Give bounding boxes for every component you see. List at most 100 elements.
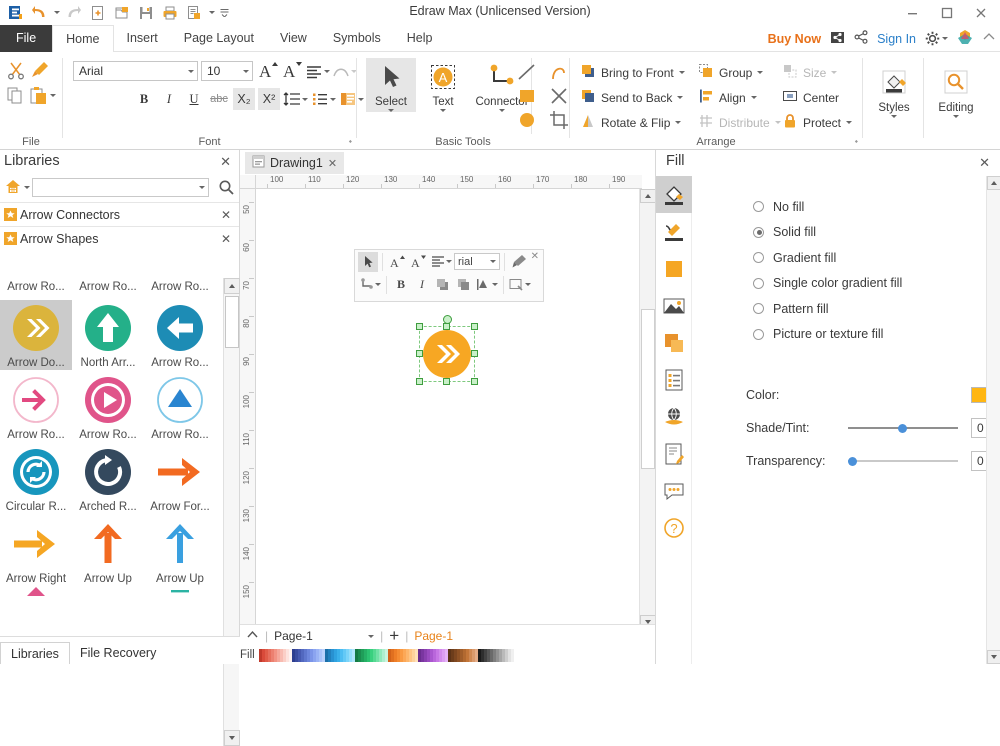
line-spacing-button[interactable]	[283, 90, 308, 108]
share-icon[interactable]	[854, 30, 868, 47]
grow-font-button[interactable]: A	[257, 59, 279, 84]
font-dialog-launcher[interactable]: ⬩	[349, 136, 352, 147]
fill-color-swatches[interactable]	[259, 649, 514, 662]
fill-option-single-color-gradient-fill[interactable]: Single color gradient fill	[753, 271, 902, 297]
bring-to-front-button[interactable]: Bring to Front	[580, 60, 692, 85]
bullets-button[interactable]	[311, 90, 336, 108]
subscript-button[interactable]: X₂	[233, 88, 255, 110]
resize-handle-n[interactable]	[443, 323, 450, 330]
underline-button[interactable]: U	[183, 88, 205, 110]
library-scrollbar[interactable]	[223, 278, 239, 746]
document-tab-drawing1[interactable]: Drawing1 ✕	[245, 152, 344, 174]
send-to-back-dropdown-icon[interactable]	[677, 96, 683, 99]
shape-item-arrow-round-left[interactable]: Arrow Ro...	[144, 298, 216, 370]
align-text-button[interactable]	[305, 63, 330, 81]
strikethrough-button[interactable]: abc	[208, 88, 230, 110]
tab-page-layout[interactable]: Page Layout	[171, 25, 267, 52]
line-shape-icon[interactable]	[512, 61, 542, 83]
line-tool-icon[interactable]	[656, 213, 692, 250]
font-size-dropdown-icon[interactable]	[243, 70, 249, 73]
fill-option-no-fill[interactable]: No fill	[753, 194, 902, 220]
fill-option-pattern-fill[interactable]: Pattern fill	[753, 296, 902, 322]
fill-option-solid-fill[interactable]: Solid fill	[753, 220, 902, 246]
select-tool-dropdown-icon[interactable]	[388, 109, 394, 112]
size-dropdown-icon[interactable]	[831, 71, 837, 74]
page-tool-icon[interactable]	[656, 435, 692, 472]
footer-tab-libraries[interactable]: Libraries	[0, 642, 70, 664]
radio-no-fill[interactable]	[753, 201, 764, 212]
shape-item[interactable]	[72, 586, 144, 598]
fill-panel-scroll-down-button[interactable]	[987, 650, 1000, 664]
tab-symbols[interactable]: Symbols	[320, 25, 394, 52]
transparency-slider-knob[interactable]	[848, 457, 857, 466]
size-button[interactable]: Size	[782, 60, 860, 85]
center-button[interactable]: Center	[782, 85, 860, 110]
shape-item[interactable]	[0, 586, 72, 598]
align-dropdown-icon[interactable]	[751, 96, 757, 99]
italic-button[interactable]: I	[158, 88, 180, 110]
rotate-flip-dropdown-icon[interactable]	[675, 121, 681, 124]
cut-button[interactable]	[6, 60, 26, 83]
layer-tool-icon[interactable]	[656, 324, 692, 361]
shape-item-arrow-ring-right[interactable]: Arrow Ro...	[0, 370, 72, 442]
properties-tool-icon[interactable]	[656, 361, 692, 398]
library-group-arrow-connectors[interactable]: Arrow Connectors ✕	[0, 202, 239, 226]
mini-send-to-back-icon[interactable]	[454, 275, 474, 295]
shape-item-arrow-right[interactable]: Arrow Right	[0, 514, 72, 586]
sign-in-button[interactable]: Sign In	[877, 32, 916, 46]
library-home-dropdown-icon[interactable]	[24, 186, 30, 189]
text-tool-dropdown-icon[interactable]	[440, 109, 446, 112]
shape-item-circular-refresh[interactable]: Circular R...	[0, 442, 72, 514]
tab-file[interactable]: File	[0, 25, 52, 52]
superscript-button[interactable]: X²	[258, 88, 280, 110]
shape-item-north-arrow[interactable]: North Arr...	[72, 298, 144, 370]
shrink-font-button[interactable]: A	[281, 59, 303, 84]
resize-handle-sw[interactable]	[416, 378, 423, 385]
styles-button[interactable]: Styles	[868, 64, 920, 118]
fill-option-picture-or-texture-fill[interactable]: Picture or texture fill	[753, 322, 902, 348]
mini-connector-icon[interactable]	[358, 275, 382, 295]
fill-panel-scroll-up-button[interactable]	[987, 176, 1000, 190]
font-family-combo[interactable]: Arial	[73, 61, 198, 81]
library-group-close-icon[interactable]: ✕	[221, 208, 231, 222]
fill-panel-scrollbar[interactable]	[986, 176, 1000, 664]
bring-to-front-dropdown-icon[interactable]	[679, 71, 685, 74]
canvas-vertical-scroll-thumb[interactable]	[641, 309, 655, 469]
group-dropdown-icon[interactable]	[757, 71, 763, 74]
radio-solid-fill[interactable]	[753, 227, 764, 238]
radio-picture-or-texture-fill[interactable]	[753, 329, 764, 340]
maximize-button[interactable]	[930, 0, 964, 25]
shade-tint-slider[interactable]	[848, 421, 958, 435]
radio-gradient-fill[interactable]	[753, 252, 764, 263]
resize-handle-w[interactable]	[416, 350, 423, 357]
mini-grow-font-icon[interactable]: A	[387, 252, 407, 272]
mini-shrink-font-icon[interactable]: A	[408, 252, 428, 272]
comment-tool-icon[interactable]	[656, 472, 692, 509]
shape-item[interactable]	[144, 586, 216, 598]
font-family-dropdown-icon[interactable]	[188, 70, 194, 73]
resize-handle-s[interactable]	[443, 378, 450, 385]
mini-align-distribute-icon[interactable]	[475, 275, 499, 295]
shade-tint-slider-knob[interactable]	[898, 424, 907, 433]
page-selector-dropdown-icon[interactable]	[368, 635, 374, 638]
current-page-tab[interactable]: Page-1	[414, 629, 453, 643]
minimize-button[interactable]	[896, 0, 930, 25]
library-search-input[interactable]	[32, 178, 209, 197]
bold-button[interactable]: B	[133, 88, 155, 110]
fill-tool-icon[interactable]	[656, 176, 692, 213]
ellipse-shape-icon[interactable]	[512, 109, 542, 131]
rectangle-shape-icon[interactable]	[512, 85, 542, 107]
mini-pointer-icon[interactable]	[358, 252, 378, 272]
group-button[interactable]: Group	[698, 60, 776, 85]
footer-tab-file-recovery[interactable]: File Recovery	[70, 642, 166, 664]
bullets-dropdown-icon[interactable]	[330, 98, 336, 101]
shape-item[interactable]: Arrow Ro...	[144, 280, 216, 298]
chevron-up-icon[interactable]	[246, 628, 259, 644]
resize-handle-e[interactable]	[471, 350, 478, 357]
search-icon[interactable]	[218, 179, 235, 199]
editing-button[interactable]: Editing	[930, 64, 982, 118]
page-selector[interactable]: Page-1	[274, 629, 374, 643]
shape-item-arrow-forward[interactable]: Arrow For...	[144, 442, 216, 514]
copy-button[interactable]	[6, 86, 25, 108]
tab-help[interactable]: Help	[394, 25, 446, 52]
